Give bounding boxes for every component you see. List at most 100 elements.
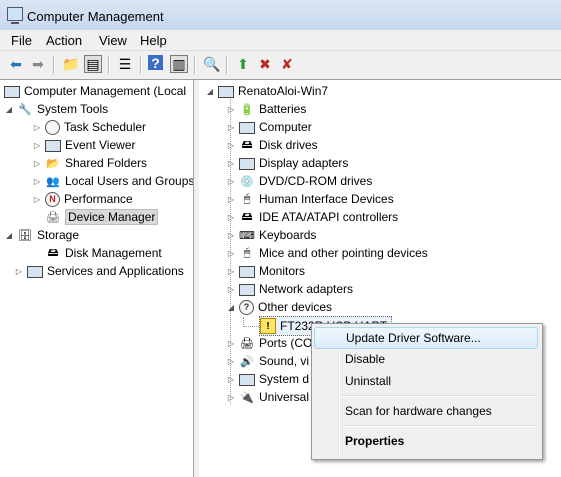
forward-arrow-icon[interactable]: ➡ (29, 55, 47, 73)
console-tree-pane[interactable]: Computer Management (Local ◢ 🔧 System To… (0, 80, 193, 477)
tree-item-system-tools[interactable]: ◢ 🔧 System Tools (4, 100, 108, 118)
keyboard-icon: ⌨ (239, 229, 255, 242)
menu-item-scan-hardware[interactable]: Scan for hardware changes (314, 401, 538, 421)
monitor-icon (239, 266, 255, 278)
menu-separator (341, 425, 536, 427)
tree-item-task-scheduler[interactable]: ▷ Task Scheduler (32, 118, 146, 136)
expand-arrow-icon[interactable]: ▷ (32, 123, 42, 132)
hid-icon: 🖱 (243, 192, 251, 205)
tree-item-network-adapters[interactable]: ▷ Network adapters (226, 280, 353, 298)
disable-device-icon[interactable]: ✖ (256, 55, 274, 73)
menu-action[interactable]: Action (46, 33, 82, 48)
expand-arrow-icon[interactable]: ▷ (226, 375, 236, 384)
storage-icon: 🗄 (18, 229, 32, 242)
menu-item-uninstall[interactable]: Uninstall (314, 371, 538, 391)
collapse-arrow-icon[interactable]: ◢ (205, 87, 215, 96)
expand-arrow-icon[interactable]: ▷ (226, 123, 236, 132)
toolbar: ⬅ ➡ 📁 ▤ ☰ ? ▥ 🔍 ⬆ ✖ ✘ (0, 51, 561, 80)
collapse-arrow-icon[interactable]: ◢ (226, 303, 236, 312)
toolbar-separator (53, 56, 55, 74)
mouse-icon: 🖱 (243, 246, 251, 259)
tree-item-event-viewer[interactable]: ▷ Event Viewer (32, 136, 135, 154)
uninstall-device-icon[interactable]: ✘ (278, 55, 296, 73)
services-icon (27, 266, 43, 278)
menu-item-properties[interactable]: Properties (314, 431, 538, 451)
tree-item-sound[interactable]: ▷ 🔊 Sound, vi (226, 352, 309, 370)
clock-icon (45, 119, 60, 135)
disk-management-icon: 🖴 (47, 246, 59, 259)
expand-arrow-icon[interactable]: ▷ (226, 177, 236, 186)
show-hide-tree-icon[interactable]: ▤ (84, 55, 102, 73)
tree-item-computer-management[interactable]: Computer Management (Local (4, 82, 186, 100)
menu-view[interactable]: View (99, 33, 127, 48)
performance-icon: N (45, 191, 60, 207)
expand-arrow-icon[interactable]: ▷ (226, 231, 236, 240)
tree-item-performance[interactable]: ▷ N Performance (32, 190, 133, 208)
up-folder-icon[interactable]: 📁 (62, 55, 80, 73)
title-bar: Computer Management (0, 0, 561, 30)
tree-item-shared-folders[interactable]: ▷ 📂 Shared Folders (32, 154, 147, 172)
display-adapter-icon (239, 158, 255, 170)
tree-item-other-devices[interactable]: ◢? Other devices (226, 298, 332, 316)
tree-guide-line (243, 326, 259, 327)
expand-arrow-icon[interactable]: ▷ (226, 105, 236, 114)
scan-hardware-icon[interactable]: 🔍 (203, 55, 221, 73)
toolbar-separator (194, 56, 196, 74)
help-icon[interactable]: ? (148, 55, 163, 71)
window-title: Computer Management (27, 9, 164, 24)
tree-item-computer[interactable]: ▷ Computer (226, 118, 312, 136)
tools-icon: 🔧 (18, 103, 32, 116)
tree-item-usb-controllers[interactable]: ▷ 🔌 Universal (226, 388, 309, 406)
collapse-arrow-icon[interactable]: ◢ (4, 105, 14, 114)
expand-arrow-icon[interactable]: ▷ (226, 393, 236, 402)
expand-arrow-icon[interactable]: ▷ (226, 267, 236, 276)
expand-arrow-icon[interactable]: ▷ (32, 159, 42, 168)
collapse-arrow-icon[interactable]: ◢ (4, 231, 14, 240)
expand-arrow-icon[interactable]: ▷ (32, 177, 42, 186)
expand-arrow-icon[interactable]: ▷ (226, 249, 236, 258)
tree-item-display-adapters[interactable]: ▷ Display adapters (226, 154, 348, 172)
users-icon: 👥 (46, 175, 60, 188)
tree-item-disk-management[interactable]: 🖴 Disk Management (45, 244, 161, 262)
tree-item-storage[interactable]: ◢ 🗄 Storage (4, 226, 79, 244)
computer-icon (4, 86, 20, 98)
toolbar-separator (140, 56, 142, 74)
expand-arrow-icon[interactable]: ▷ (226, 213, 236, 222)
device-manager-icon: 🖨 (46, 211, 60, 224)
tree-item-ide-controllers[interactable]: ▷ 🖴 IDE ATA/ATAPI controllers (226, 208, 398, 226)
tree-item-mice[interactable]: ▷ 🖱 Mice and other pointing devices (226, 244, 428, 262)
tree-item-batteries[interactable]: ▷ 🔋 Batteries (226, 100, 306, 118)
tree-item-monitors[interactable]: ▷ Monitors (226, 262, 305, 280)
computer-icon (239, 122, 255, 134)
tree-item-disk-drives[interactable]: ▷ 🖴 Disk drives (226, 136, 318, 154)
expand-arrow-icon[interactable]: ▷ (32, 141, 42, 150)
tree-item-local-users[interactable]: ▷ 👥 Local Users and Groups (32, 172, 193, 190)
expand-arrow-icon[interactable]: ▷ (14, 267, 24, 276)
menu-help[interactable]: Help (140, 33, 167, 48)
tree-item-services[interactable]: ▷ Services and Applications (14, 262, 184, 280)
menu-item-disable[interactable]: Disable (314, 349, 538, 369)
tree-item-device-manager[interactable]: 🖨 Device Manager (45, 208, 159, 226)
dvd-drive-icon: 💿 (240, 175, 254, 188)
expand-arrow-icon[interactable]: ▷ (226, 357, 236, 366)
tree-item-dvd-drives[interactable]: ▷ 💿 DVD/CD-ROM drives (226, 172, 372, 190)
expand-arrow-icon[interactable]: ▷ (226, 195, 236, 204)
tree-item-hid[interactable]: ▷ 🖱 Human Interface Devices (226, 190, 394, 208)
toolbar-separator (226, 56, 228, 74)
expand-arrow-icon[interactable]: ▷ (226, 159, 236, 168)
expand-arrow-icon[interactable]: ▷ (226, 285, 236, 294)
expand-arrow-icon[interactable]: ▷ (226, 339, 236, 348)
tree-item-system-devices[interactable]: ▷ System d (226, 370, 309, 388)
tree-item-ports[interactable]: ▷ 🖨 Ports (CO (226, 334, 312, 352)
properties-icon[interactable]: ☰ (116, 55, 134, 73)
event-viewer-icon (45, 140, 61, 152)
back-arrow-icon[interactable]: ⬅ (7, 55, 25, 73)
update-driver-icon[interactable]: ⬆ (234, 55, 252, 73)
expand-arrow-icon[interactable]: ▷ (226, 141, 236, 150)
menu-item-update-driver[interactable]: Update Driver Software... (314, 327, 538, 349)
expand-arrow-icon[interactable]: ▷ (32, 195, 42, 204)
tree-item-keyboards[interactable]: ▷ ⌨ Keyboards (226, 226, 316, 244)
show-hide-action-pane-icon[interactable]: ▥ (170, 55, 188, 73)
menu-file[interactable]: File (11, 33, 32, 48)
tree-item-computer-root[interactable]: ◢ RenatoAloi-Win7 (205, 82, 328, 100)
